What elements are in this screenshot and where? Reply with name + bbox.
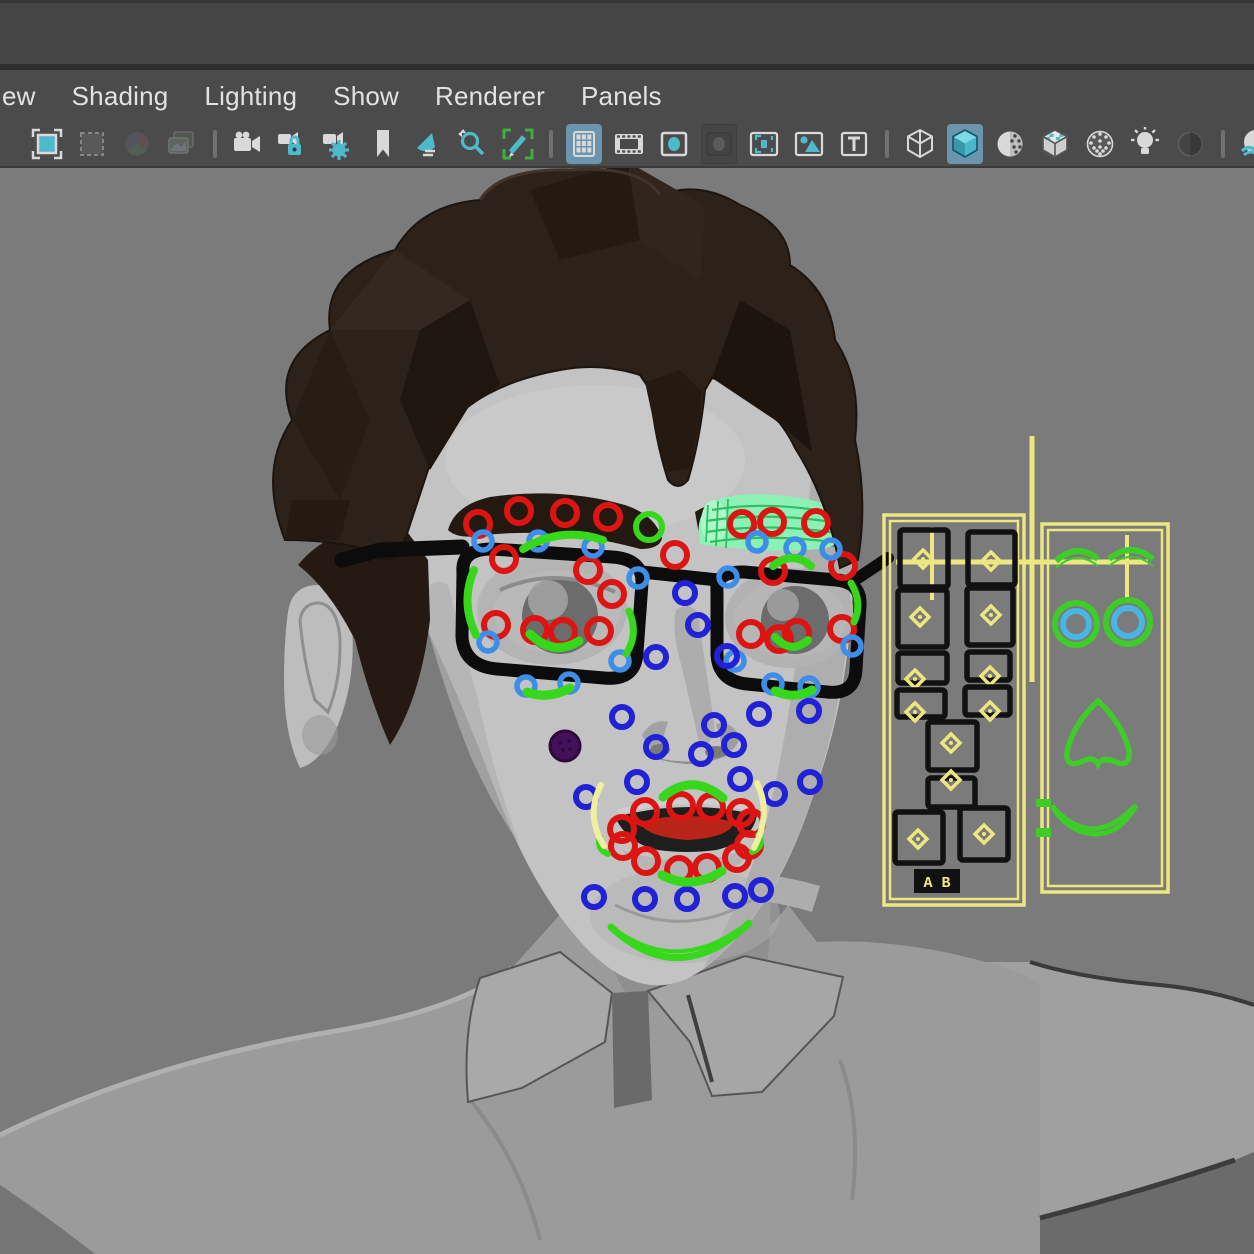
bookmark-icon[interactable] bbox=[365, 124, 401, 164]
menu-item-show[interactable]: Show bbox=[333, 81, 399, 112]
menu-item-lighting[interactable]: Lighting bbox=[204, 81, 297, 112]
resolution-gate-icon[interactable] bbox=[746, 124, 782, 164]
rig-disc-dot bbox=[558, 741, 562, 745]
picker-handle-dot bbox=[949, 778, 953, 782]
isolate-select-icon[interactable] bbox=[410, 124, 446, 164]
rig-disc-purple[interactable] bbox=[550, 731, 580, 761]
picker-handle-dot bbox=[921, 557, 925, 561]
menu-item-panels[interactable]: Panels bbox=[581, 81, 662, 112]
picker-handle-dot bbox=[916, 837, 920, 841]
picker-handle-dot bbox=[949, 741, 953, 745]
rig-disc-dot bbox=[568, 747, 572, 751]
rig-disc-body bbox=[550, 731, 580, 761]
picker-lip-dash[interactable] bbox=[1036, 828, 1051, 837]
viewport-3d[interactable]: A B bbox=[0, 168, 1254, 1254]
rig-arc-green[interactable] bbox=[775, 690, 812, 695]
left-eye-highlight bbox=[528, 580, 568, 620]
picker-handle-dot bbox=[988, 709, 992, 713]
picker-handle-dot bbox=[988, 674, 992, 678]
viewport-sphere-icon[interactable] bbox=[1238, 124, 1254, 164]
ear-lobe-shadow bbox=[302, 715, 338, 755]
smooth-shade-icon[interactable] bbox=[947, 124, 983, 164]
safe-title-icon[interactable] bbox=[656, 124, 692, 164]
pan-zoom-icon[interactable] bbox=[455, 124, 491, 164]
color-wheel-icon[interactable] bbox=[119, 124, 155, 164]
panel-toolbar bbox=[0, 122, 1254, 168]
picker-handle-dot bbox=[982, 832, 986, 836]
window-top-strip bbox=[0, 0, 1254, 67]
grease-pencil-icon[interactable] bbox=[500, 124, 536, 164]
wireframe-on-shaded-icon[interactable] bbox=[1082, 124, 1118, 164]
menu-item-ew[interactable]: ew bbox=[2, 81, 36, 112]
right-eye-highlight bbox=[767, 589, 799, 621]
toolbar-separator bbox=[885, 130, 889, 158]
wireframe-icon[interactable] bbox=[902, 124, 938, 164]
brow-control-cap bbox=[701, 500, 727, 544]
toolbar-separator bbox=[213, 130, 217, 158]
tool-partial-icon[interactable] bbox=[0, 124, 20, 164]
default-lighting-icon[interactable] bbox=[1127, 124, 1163, 164]
toolbar-separator bbox=[1221, 130, 1225, 158]
picker-glyphs: A B bbox=[923, 875, 950, 892]
select-camera-icon[interactable] bbox=[230, 124, 266, 164]
frame-all-icon[interactable] bbox=[74, 124, 110, 164]
collar-gap bbox=[612, 991, 652, 1108]
picker-handle-dot bbox=[989, 613, 993, 617]
menu-bar: ew Shading Lighting Show Renderer Panels bbox=[0, 70, 1254, 122]
image-stack-icon[interactable] bbox=[164, 124, 200, 164]
gate-mask-icon[interactable] bbox=[701, 124, 737, 164]
rig-disc-dot bbox=[567, 739, 571, 743]
textured-icon[interactable] bbox=[1037, 124, 1073, 164]
lock-camera-icon[interactable] bbox=[275, 124, 311, 164]
picker-handle-dot bbox=[913, 677, 917, 681]
camera-attributes-icon[interactable] bbox=[320, 124, 356, 164]
flat-shade-icon[interactable] bbox=[992, 124, 1028, 164]
film-gate-icon[interactable] bbox=[611, 124, 647, 164]
menu-item-renderer[interactable]: Renderer bbox=[435, 81, 545, 112]
image-plane-icon[interactable] bbox=[791, 124, 827, 164]
menu-item-shading[interactable]: Shading bbox=[72, 81, 169, 112]
picker-handle-dot bbox=[918, 615, 922, 619]
picker-lip-dash[interactable] bbox=[1036, 799, 1051, 807]
grid-icon[interactable] bbox=[566, 124, 602, 164]
frame-selected-icon[interactable] bbox=[29, 124, 65, 164]
toolbar-separator bbox=[549, 130, 553, 158]
maya-window: { "menu_bar": { "items": [ {"label": "ew… bbox=[0, 0, 1254, 1254]
text-hud-icon[interactable] bbox=[836, 124, 872, 164]
rig-disc-dot bbox=[561, 748, 565, 752]
picker-handle-dot bbox=[913, 710, 917, 714]
shadows-icon[interactable] bbox=[1172, 124, 1208, 164]
picker-handle-dot bbox=[989, 559, 993, 563]
